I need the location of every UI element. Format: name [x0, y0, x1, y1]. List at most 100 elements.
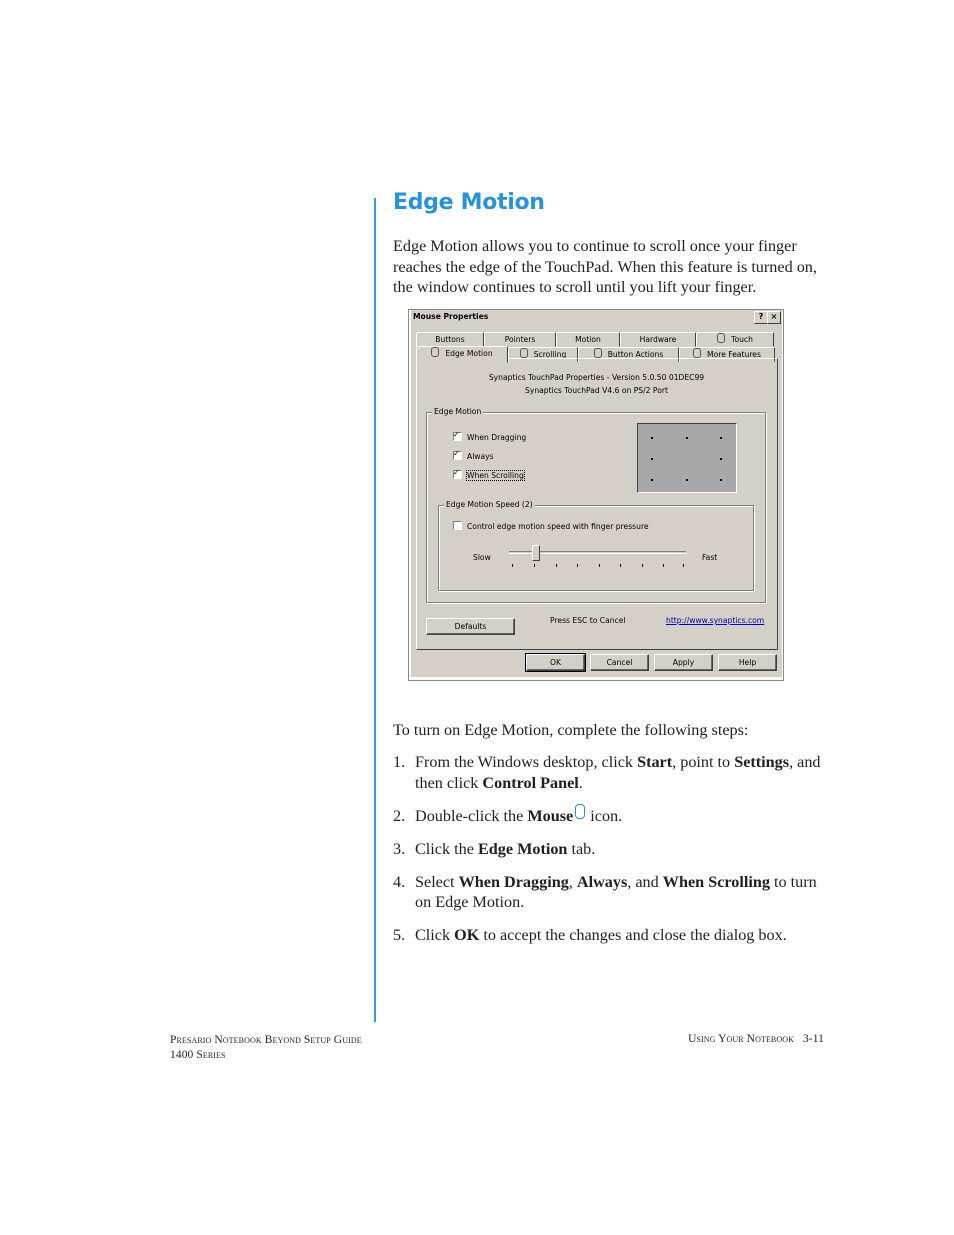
- edge-motion-speed-group: [438, 505, 754, 591]
- tab-touch-label: Touch: [731, 335, 753, 344]
- dialog-title: Mouse Properties: [413, 312, 489, 321]
- preview-dot: [720, 458, 722, 460]
- step-item: 1. From the Windows desktop, click Start…: [393, 752, 825, 793]
- step-text: , and: [627, 872, 663, 891]
- step-emphasis: Mouse: [527, 806, 574, 825]
- always-box[interactable]: [453, 449, 462, 460]
- footer-chapter: Using Your Notebook 3-11: [688, 1033, 824, 1045]
- slider-fast-label: Fast: [702, 553, 718, 562]
- step-number: 1.: [393, 753, 406, 771]
- defaults-button-label: Defaults: [454, 622, 487, 631]
- dialog-titlebar: Mouse Properties ? ×: [411, 310, 782, 324]
- speed-slider-thumb[interactable]: [532, 545, 540, 561]
- step-emphasis: OK: [454, 926, 480, 944]
- step-emphasis: Always: [576, 872, 628, 891]
- help-title-button[interactable]: ?: [754, 311, 768, 324]
- steps-lead: To turn on Edge Motion, complete the fol…: [393, 721, 749, 739]
- version-info: Synaptics TouchPad Properties - Version …: [488, 373, 705, 382]
- slider-tick: [599, 564, 600, 567]
- edge-motion-preview: [637, 423, 737, 493]
- step-text: Double-click the: [415, 806, 528, 825]
- steps-list: 1. From the Windows desktop, click Start…: [393, 752, 825, 958]
- help-button[interactable]: Help: [718, 654, 777, 671]
- when-dragging-label: When Dragging: [467, 433, 527, 442]
- finger-pressure-label: Control edge motion speed with finger pr…: [467, 522, 649, 531]
- step-number: 2.: [393, 806, 406, 825]
- tab-pointers-label: Pointers: [504, 335, 536, 344]
- preview-dot: [651, 479, 653, 481]
- step-emphasis: Start: [637, 753, 673, 771]
- edge-motion-speed-label: Edge Motion Speed (2): [444, 500, 535, 509]
- synaptics-link[interactable]: http://www.synaptics.com: [666, 616, 764, 625]
- step-text: Click: [415, 926, 455, 944]
- step-number: 4.: [393, 872, 406, 891]
- step-text: to accept the changes and close the dial…: [479, 926, 787, 944]
- mouse-icon: [575, 803, 586, 819]
- tab-pointers[interactable]: Pointers: [484, 332, 556, 347]
- tab-buttons[interactable]: Buttons: [416, 332, 484, 347]
- preview-dot: [686, 479, 688, 481]
- close-title-button[interactable]: ×: [767, 311, 781, 324]
- when-dragging-checkbox[interactable]: When Dragging: [453, 430, 527, 442]
- apply-button-label: Apply: [672, 658, 695, 667]
- ok-button-label: OK: [550, 658, 561, 667]
- tab-edge-motion-label: Edge Motion: [445, 349, 493, 358]
- step-text: Select: [415, 872, 459, 891]
- slider-tick: [512, 564, 513, 567]
- when-scrolling-label: When Scrolling: [466, 470, 525, 481]
- finger-pressure-box[interactable]: [453, 521, 462, 530]
- apply-button[interactable]: Apply: [654, 654, 713, 671]
- preview-dot: [720, 479, 722, 481]
- slider-tick: [683, 564, 684, 567]
- help-button-label: Help: [738, 658, 757, 667]
- button-actions-tab-icon: [593, 348, 602, 358]
- step-item: 4. Select When Dragging, Always, and Whe…: [393, 872, 825, 913]
- preview-dot: [720, 437, 722, 439]
- step-text: Click the: [415, 839, 478, 858]
- always-label: Always: [467, 452, 494, 461]
- edge-motion-tab-icon: [431, 347, 440, 357]
- tab-touch[interactable]: Touch: [696, 332, 774, 347]
- esc-hint: Press ESC to Cancel: [550, 616, 626, 625]
- step-item: 3. Click the Edge Motion tab.: [393, 839, 825, 860]
- preview-dot: [651, 437, 653, 439]
- step-text: .: [578, 773, 583, 792]
- slider-tick: [534, 564, 535, 567]
- margin-rule: [374, 198, 376, 1022]
- tab-motion[interactable]: Motion: [556, 332, 620, 347]
- when-scrolling-checkbox[interactable]: When Scrolling: [453, 468, 525, 481]
- slider-tick: [663, 564, 664, 567]
- defaults-button[interactable]: Defaults: [426, 618, 515, 635]
- tab-hardware[interactable]: Hardware: [620, 332, 696, 347]
- when-scrolling-box[interactable]: [453, 468, 462, 479]
- footer-guide-line2: 1400 Series: [170, 1049, 226, 1061]
- step-number: 3.: [393, 839, 406, 858]
- intro-paragraph: Edge Motion allows you to continue to sc…: [393, 237, 817, 296]
- when-dragging-box[interactable]: [453, 430, 462, 441]
- step-emphasis: Control Panel: [482, 773, 579, 792]
- step-text: ,: [568, 872, 577, 891]
- step-item: 2. Double-click the Mouse icon.: [393, 803, 825, 827]
- slider-tick: [556, 564, 557, 567]
- always-checkbox[interactable]: Always: [453, 449, 494, 461]
- cancel-button[interactable]: Cancel: [590, 654, 649, 671]
- more-features-tab-icon: [693, 348, 702, 358]
- tab-edge-motion[interactable]: Edge Motion: [416, 346, 508, 363]
- cancel-button-label: Cancel: [606, 658, 633, 667]
- tab-buttons-label: Buttons: [435, 335, 465, 344]
- slider-tick: [577, 564, 578, 567]
- finger-pressure-checkbox[interactable]: Control edge motion speed with finger pr…: [453, 521, 649, 531]
- tab-motion-label: Motion: [575, 335, 601, 344]
- step-emphasis: Edge Motion: [477, 839, 568, 858]
- step-text: From the Windows desktop, click: [415, 753, 638, 771]
- footer-chapter-title: Using Your Notebook: [688, 1033, 794, 1045]
- step-text: tab.: [567, 839, 596, 858]
- slider-slow-label: Slow: [473, 553, 491, 562]
- scrolling-tab-icon: [519, 348, 528, 358]
- step-text: icon.: [586, 806, 623, 825]
- slider-tick: [620, 564, 621, 567]
- step-emphasis: Settings: [734, 753, 790, 771]
- tab-hardware-label: Hardware: [639, 335, 677, 344]
- touch-tab-icon: [717, 333, 726, 343]
- ok-button[interactable]: OK: [525, 653, 586, 672]
